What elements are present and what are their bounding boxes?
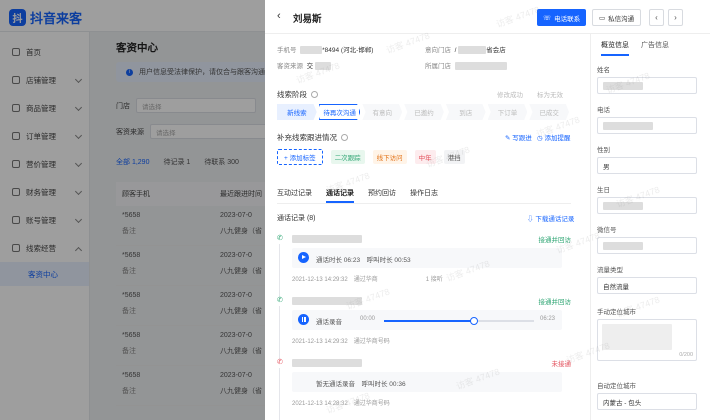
field-manual-city: 手动定位城市 0/200 (597, 306, 697, 361)
call-status: 未接通 (551, 361, 572, 368)
tab-appointments[interactable]: 预约回访 (368, 188, 396, 203)
phone-icon: ✆ (277, 297, 283, 304)
stage-steps: 新线索 待再次沟通 有意向 已邀约 到店 下订单 已成交 (277, 104, 571, 120)
lead-detail-drawer: ‹ 刘易斯 ☏ 电话联系 ▭ 私信沟通 ‹ › 手机号 *8494 (河北-邯郸) … (265, 0, 710, 420)
audio-progress-fill (384, 320, 474, 322)
timeline-line (279, 244, 280, 298)
owner-info: 所属门店 (425, 60, 507, 71)
profile-tabs: 概览信息 广告信息 (601, 40, 669, 56)
prev-lead-button[interactable]: ‹ (649, 9, 664, 26)
phone-input[interactable] (597, 117, 697, 134)
call-status: 接通并回访 (538, 299, 572, 306)
store-info: 意向门店 / 省会店 (425, 46, 506, 55)
phone-icon: ✆ (277, 235, 283, 242)
audio-player: 通话录音 00:00 06:23 (292, 310, 562, 330)
tag-chip: 线下访问 (372, 150, 407, 164)
stage-ordered[interactable]: 下订单 (487, 104, 528, 120)
tag-chip: 港挡 (443, 150, 465, 164)
help-icon (311, 91, 318, 98)
stage-title: 线索阶段 (277, 89, 318, 100)
next-lead-button[interactable]: › (668, 9, 683, 26)
field-birthday: 生日 (597, 184, 697, 214)
message-button[interactable]: ▭ 私信沟通 (592, 9, 642, 26)
write-followup-link[interactable]: ✎ 写跟进 (505, 132, 532, 142)
traffic-type-select[interactable]: 自然流量 (597, 277, 697, 294)
birthday-input[interactable] (597, 197, 697, 214)
call-card: 通话时长 06:23 呼叫时长 00:53 (292, 248, 562, 268)
call-button[interactable]: ☏ 电话联系 (537, 9, 587, 26)
tab-calls[interactable]: 通话记录 (326, 188, 354, 203)
add-tag-button[interactable]: + 添加标签 (277, 149, 323, 165)
stage-option-success[interactable]: 修改成功 (497, 89, 523, 99)
auto-city-input[interactable]: 内蒙古 - 包头 (597, 393, 697, 410)
call-record: ✆ 接通并回访 通话录音 00:00 06:23 2021-12-13 14:2… (277, 296, 572, 360)
stage-option-invalid[interactable]: 标为无效 (537, 89, 563, 99)
tag-chip: 二次跟踪 (330, 150, 365, 164)
tab-overview[interactable]: 概览信息 (601, 40, 629, 56)
tab-ad-info[interactable]: 广告信息 (641, 40, 669, 56)
tab-operation-log[interactable]: 操作日志 (410, 188, 438, 203)
stage-recontact[interactable]: 待再次沟通 (318, 104, 361, 120)
call-record: ✆ 接通并回访 通话时长 06:23 呼叫时长 00:53 2021-12-13… (277, 234, 572, 298)
back-icon[interactable]: ‹ (277, 10, 281, 22)
stage-intent[interactable]: 有意向 (362, 104, 403, 120)
caller-redacted (292, 235, 362, 243)
record-tabs: 互动过记录 通话记录 预约回访 操作日志 (277, 188, 571, 204)
gender-select[interactable]: 男 (597, 157, 697, 174)
play-icon[interactable] (298, 252, 309, 263)
field-traffic-type: 流量类型 自然流量 (597, 264, 697, 294)
stage-closed[interactable]: 已成交 (529, 104, 570, 120)
field-wechat: 微信号 (597, 224, 697, 254)
field-auto-city: 自动定位城市 内蒙古 - 包头 (597, 380, 697, 410)
download-records-link[interactable]: ⇩ 下载通话记录 (527, 213, 574, 223)
tag-chip: 中年 (414, 150, 436, 164)
call-status: 接通并回访 (538, 237, 572, 244)
tag-row: + 添加标签 二次跟踪 线下访问 中年 港挡 (277, 148, 571, 166)
phone-icon: ☏ (543, 14, 552, 22)
stage-arrived[interactable]: 到店 (445, 104, 486, 120)
help-icon (341, 134, 348, 141)
tab-interaction[interactable]: 互动过记录 (277, 188, 312, 203)
timeline-line (279, 368, 280, 420)
manual-city-textarea[interactable]: 0/200 (597, 319, 697, 361)
supplement-title: 补充线索跟进情况 (277, 132, 348, 143)
caller-redacted (292, 297, 362, 305)
stage-new[interactable]: 新线索 (277, 104, 317, 120)
phone-info: 手机号 *8494 (河北-邯郸) (277, 46, 374, 55)
call-records-title: 通话记录 (8) (277, 215, 316, 222)
pause-icon[interactable] (298, 314, 309, 325)
char-count: 0/200 (679, 352, 693, 358)
field-phone: 电话 (597, 104, 697, 134)
timeline-line (279, 306, 280, 360)
drawer-header: ‹ 刘易斯 ☏ 电话联系 ▭ 私信沟通 ‹ › (265, 0, 710, 34)
call-record: ✆ 未接通 暂无通话录音 呼叫时长 00:36 2021-12-13 14:28… (277, 358, 571, 420)
source-info: 客资来源 交 (277, 60, 332, 71)
customer-profile-panel: 概览信息 广告信息 姓名 电话 性别男 生日 微信号 流量类型 自然流量 手动定位… (590, 34, 710, 420)
wechat-input[interactable] (597, 237, 697, 254)
call-meta: 2021-12-13 14:29:32 通过华商号码 (292, 339, 390, 345)
call-card: 暂无通话录音 呼叫时长 00:36 (292, 372, 562, 392)
field-name: 姓名 (597, 64, 697, 94)
stage-invited[interactable]: 已邀约 (404, 104, 444, 120)
field-gender: 性别男 (597, 144, 697, 174)
chat-icon: ▭ (599, 14, 606, 22)
add-reminder-link[interactable]: ◷ 添加提醒 (537, 132, 570, 142)
caller-redacted (292, 359, 362, 367)
audio-progress[interactable] (384, 317, 534, 325)
call-meta: 2021-12-13 14:29:32 通过华商 1 接听 (292, 277, 443, 283)
missed-call-icon: ✆ (277, 359, 283, 366)
audio-progress-knob[interactable] (470, 317, 478, 325)
customer-name: 刘易斯 (293, 14, 322, 25)
call-meta: 2021-12-13 14:28:32 通过华商号码 (292, 401, 390, 407)
name-input[interactable] (597, 77, 697, 94)
